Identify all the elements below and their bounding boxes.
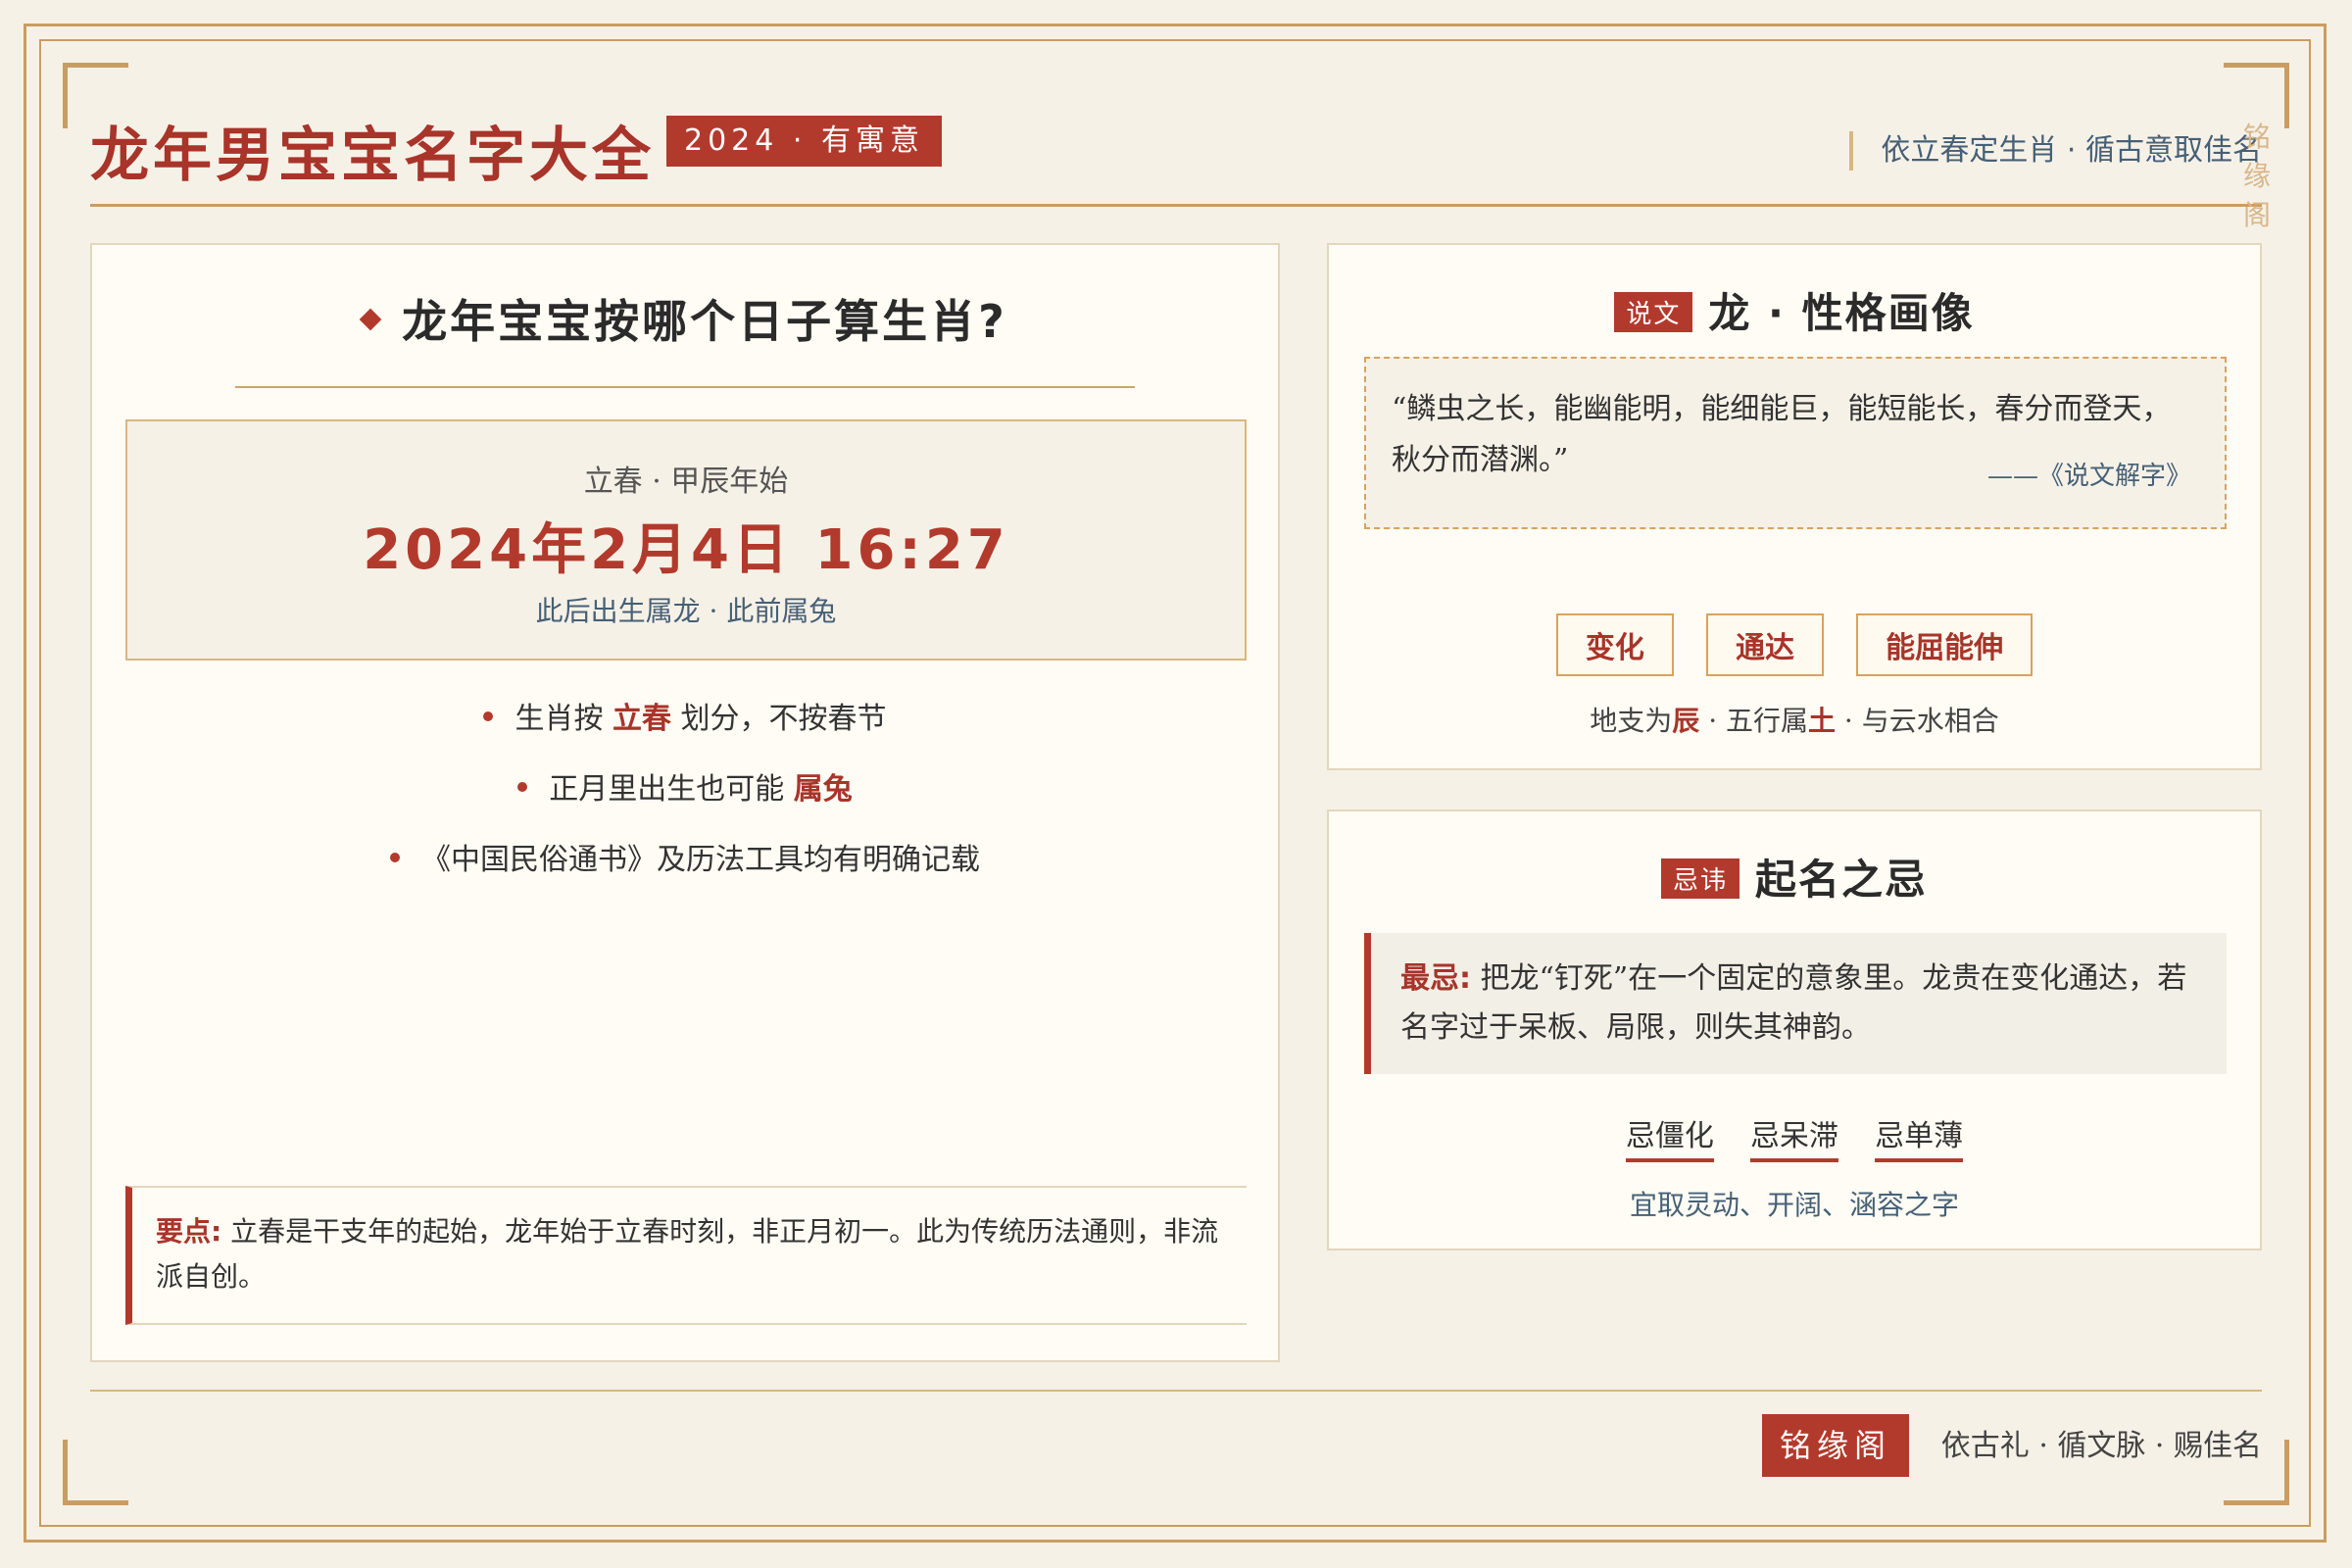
lichun-date-box: 立春 · 甲辰年始 2024年2月4日 16:27 此后出生属龙 · 此前属兔 <box>125 419 1247 661</box>
quote-box: “鳞虫之长，能幽能明，能细能巨，能短能长，春分而登天，秋分而潜渊。” ——《说文… <box>1364 357 2227 529</box>
naming-taboo-panel: 忌讳 起名之忌 最忌: 把龙“钉死”在一个固定的意象里。龙贵在变化通达，若名字过于… <box>1327 809 2262 1250</box>
watermark-char: 阁 <box>2242 199 2271 231</box>
year-badge: 2024 · 有寓意 <box>666 116 942 167</box>
trait-tag: 变化 <box>1555 613 1674 676</box>
bullet-text: 生肖按 <box>514 702 612 736</box>
trait-tag: 通达 <box>1706 613 1824 676</box>
avoid-item: 忌单薄 <box>1875 1111 1964 1162</box>
shuowen-tag: 说文 <box>1614 292 1693 332</box>
bullet-emphasis: 立春 <box>612 702 671 736</box>
branch-emphasis: 辰 <box>1672 705 1700 737</box>
trait-tag: 能屈能伸 <box>1856 613 2034 676</box>
panel-title-text: 龙 · 性格画像 <box>1708 289 1975 337</box>
diamond-icon <box>359 308 382 330</box>
branch-emphasis: 土 <box>1808 705 1837 737</box>
avoid-list: 忌僵化 忌呆滞 忌单薄 <box>1329 1111 2260 1162</box>
brand-logo-badge: 铭缘阁 <box>1762 1414 1909 1477</box>
bullet-text: 《中国民俗通书》及历法工具均有明确记载 <box>421 843 980 877</box>
list-item: 正月里出生也可能 属兔 <box>92 772 1278 808</box>
taboo-tag: 忌讳 <box>1660 858 1740 899</box>
list-item: 生肖按 立春 划分，不按春节 <box>92 702 1278 737</box>
footer-divider <box>90 1390 2262 1392</box>
bullet-text: 划分，不按春节 <box>671 702 887 736</box>
panel-title: 忌讳 起名之忌 <box>1329 847 2260 906</box>
watermark-char: 缘 <box>2242 160 2271 192</box>
bullet-dot-icon <box>390 853 400 862</box>
branch-text: · 与云水相合 <box>1836 705 1999 737</box>
date-note: 此后出生属龙 · 此前属兔 <box>535 595 837 627</box>
page-title: 龙年男宝宝名字大全 <box>90 122 655 190</box>
branch-text: · 五行属 <box>1699 705 1808 737</box>
page-header: 龙年男宝宝名字大全 2024 · 有寓意 依立春定生肖 · 循古意取佳名 <box>90 108 2262 207</box>
panel-title: 说文龙 · 性格画像 <box>1329 280 2260 340</box>
rule-list: 生肖按 立春 划分，不按春节 正月里出生也可能 属兔 《中国民俗通书》及历法工具… <box>92 702 1278 913</box>
panel-title-text: 起名之忌 <box>1755 856 1929 904</box>
trait-tags: 变化 通达 能屈能伸 <box>1329 613 2260 676</box>
key-point-text: 立春是干支年的起始，龙年始于立春时刻，非正月初一。此为传统历法通则，非流派自创。 <box>156 1215 1219 1293</box>
branch-text: 地支为 <box>1590 705 1673 737</box>
avoid-item: 忌呆滞 <box>1750 1111 1838 1162</box>
vertical-watermark: 铭 缘 阁 <box>2240 118 2274 235</box>
key-point-note: 要点: 立春是干支年的起始，龙年始于立春时刻，非正月初一。此为传统历法通则，非流… <box>125 1186 1247 1325</box>
warning-label: 最忌: <box>1400 961 1471 996</box>
earthly-branch-info: 地支为辰 · 五行属土 · 与云水相合 <box>1329 700 2260 739</box>
bullet-emphasis: 属兔 <box>793 772 853 807</box>
warning-text: 把龙“钉死”在一个固定的意象里。龙贵在变化通达，若名字过于呆板、局限，则失其神韵… <box>1400 961 2187 1045</box>
bullet-text: 正月里出生也可能 <box>549 772 794 807</box>
key-point-label: 要点: <box>156 1215 222 1248</box>
dragon-personality-panel: 说文龙 · 性格画像 “鳞虫之长，能幽能明，能细能巨，能短能长，春分而登天，秋分… <box>1327 243 2262 770</box>
corner-ornament-bottom-left <box>63 1440 128 1505</box>
lichun-datetime: 2024年2月4日 16:27 <box>363 518 1009 582</box>
bullet-dot-icon <box>483 711 494 721</box>
zodiac-date-panel: 龙年宝宝按哪个日子算生肖? 立春 · 甲辰年始 2024年2月4日 16:27 … <box>90 243 1280 1362</box>
taboo-warning: 最忌: 把龙“钉死”在一个固定的意象里。龙贵在变化通达，若名字过于呆板、局限，则… <box>1364 933 2227 1074</box>
list-item: 《中国民俗通书》及历法工具均有明确记载 <box>92 843 1278 878</box>
watermark-char: 铭 <box>2242 121 2271 153</box>
title-divider <box>235 386 1135 388</box>
date-subtitle: 立春 · 甲辰年始 <box>583 465 789 499</box>
panel-title-text: 龙年宝宝按哪个日子算生肖? <box>402 295 1007 348</box>
quote-source: ——《说文解字》 <box>1986 462 2191 491</box>
bullet-dot-icon <box>517 782 528 792</box>
naming-tip: 宜取灵动、开阔、涵容之字 <box>1629 1189 1959 1221</box>
avoid-item: 忌僵化 <box>1625 1111 1714 1162</box>
panel-title: 龙年宝宝按哪个日子算生肖? <box>92 286 1278 351</box>
footer-slogan: 依古礼 · 循文脉 · 赐佳名 <box>1940 1429 2262 1463</box>
header-slogan: 依立春定生肖 · 循古意取佳名 <box>1849 131 2262 171</box>
